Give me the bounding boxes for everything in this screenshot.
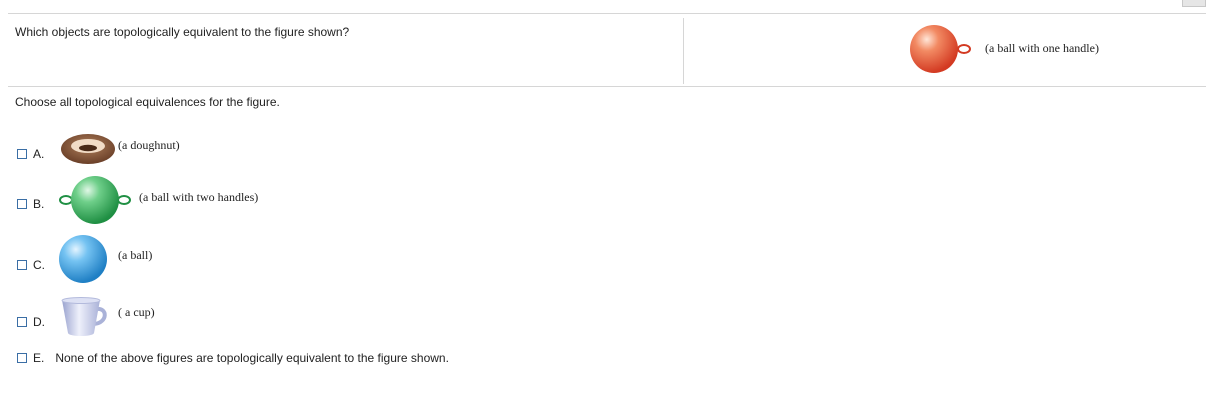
option-d-letter: D. — [33, 315, 45, 329]
option-c-letter: C. — [33, 258, 45, 272]
option-b[interactable]: B. — [17, 197, 44, 211]
option-c-checkbox[interactable] — [17, 260, 27, 270]
option-c-label: (a ball) — [118, 248, 153, 262]
question-divider — [8, 86, 1206, 87]
option-a-letter: A. — [33, 147, 45, 161]
option-c[interactable]: C. — [17, 258, 45, 272]
option-a-label: (a doughnut) — [118, 138, 180, 152]
option-b-label: (a ball with two handles) — [139, 190, 259, 204]
option-b-checkbox[interactable] — [17, 199, 27, 209]
ball-one-handle-icon — [910, 25, 971, 73]
ball-two-handles-icon — [59, 176, 131, 224]
top-divider — [8, 13, 1206, 14]
instruction-text: Choose all topological equivalences for … — [15, 95, 280, 109]
option-a-checkbox[interactable] — [17, 149, 27, 159]
option-e-letter: E. — [33, 351, 45, 365]
option-b-letter: B. — [33, 197, 45, 211]
option-a[interactable]: A. — [17, 147, 44, 161]
doughnut-icon — [61, 134, 115, 164]
ball-icon — [59, 235, 107, 283]
question-text: Which objects are topologically equivale… — [15, 25, 350, 39]
figure-label: (a ball with one handle) — [985, 41, 1099, 55]
option-d[interactable]: D. — [17, 315, 45, 329]
cup-icon — [61, 297, 107, 336]
option-e-checkbox[interactable] — [17, 353, 27, 363]
option-e[interactable]: E. None of the above figures are topolog… — [17, 351, 449, 365]
corner-tab — [1182, 0, 1206, 7]
option-d-label: ( a cup) — [118, 305, 155, 319]
option-d-checkbox[interactable] — [17, 317, 27, 327]
option-e-text: None of the above figures are topologica… — [55, 351, 449, 365]
question-column-divider — [683, 18, 684, 84]
